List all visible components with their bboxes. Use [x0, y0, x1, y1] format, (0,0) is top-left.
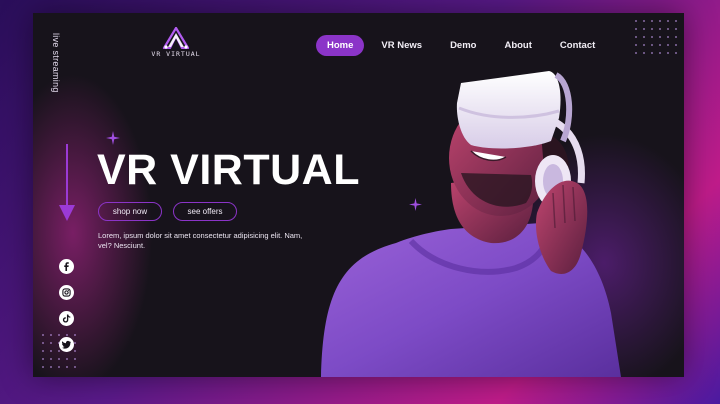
sparkle-icon: [106, 131, 120, 145]
logo-text: VR VIRTUAL: [151, 50, 201, 58]
arrow-down-icon: [66, 144, 68, 212]
nav-about[interactable]: About: [493, 35, 542, 56]
dot-pattern: [632, 17, 680, 57]
main-nav: Home VR News Demo About Contact: [316, 35, 612, 56]
arrow-down-icon: [59, 205, 75, 221]
twitter-icon[interactable]: [59, 337, 74, 352]
nav-contact[interactable]: Contact: [549, 35, 606, 56]
nav-home[interactable]: Home: [316, 35, 365, 56]
instagram-icon[interactable]: [59, 285, 74, 300]
tiktok-icon[interactable]: [59, 311, 74, 326]
logo[interactable]: VR VIRTUAL: [131, 27, 221, 58]
see-offers-button[interactable]: see offers: [173, 202, 237, 221]
nav-vr-news[interactable]: VR News: [370, 35, 433, 56]
nav-demo[interactable]: Demo: [439, 35, 487, 56]
hero-title: VR VIRTUAL: [97, 146, 360, 194]
shop-now-button[interactable]: shop now: [98, 202, 162, 221]
facebook-icon[interactable]: [59, 259, 74, 274]
hero-image-vr-person: [321, 71, 621, 377]
landing-page: VR VIRTUAL Home VR News Demo About Conta…: [33, 13, 684, 377]
live-streaming-label: live streaming: [51, 33, 61, 93]
logo-icon: [162, 27, 190, 49]
social-links: [59, 259, 74, 352]
hero-description: Lorem, ipsum dolor sit amet consectetur …: [98, 231, 303, 250]
